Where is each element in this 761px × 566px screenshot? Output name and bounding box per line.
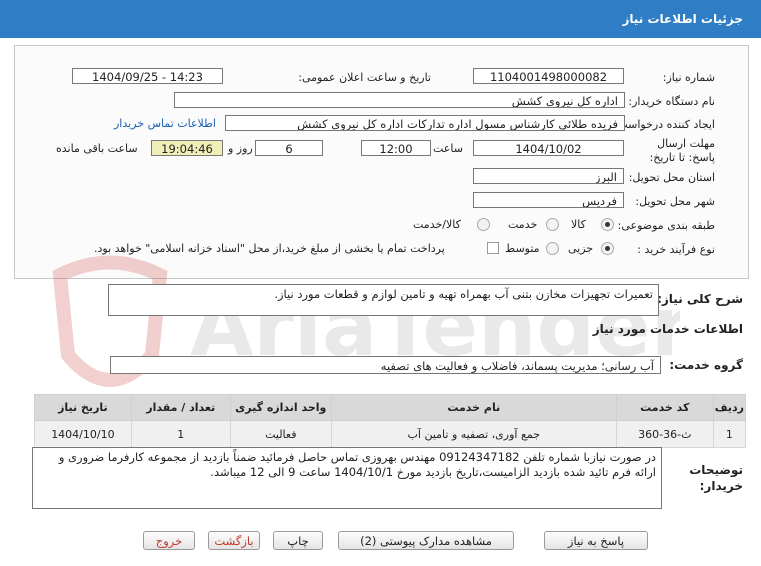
service-group-label: گروه خدمت: — [669, 358, 743, 372]
purchase-radio-minor[interactable] — [601, 242, 614, 255]
days-field[interactable]: 6 — [255, 140, 323, 156]
creator-label: ایجاد کننده درخواست: — [613, 118, 715, 131]
table-row[interactable]: 1 ث-36-360 جمع آوری، تصفیه و تامین آب فع… — [34, 420, 747, 448]
page-title: جزئیات اطلاعات نیاز — [622, 12, 743, 26]
exit-button[interactable]: خروج — [143, 531, 195, 550]
deadline-label: مهلت ارسال پاسخ: تا تاریخ: — [649, 137, 715, 164]
purchase-option-minor: جزیی — [568, 242, 594, 255]
view-documents-button[interactable]: مشاهده مدارک پیوستی (2) — [338, 531, 514, 550]
services-table: ردیف کد خدمت نام خدمت واحد اندازه گیری ت… — [34, 394, 747, 448]
category-option-goods: کالا — [571, 218, 586, 231]
cell-service-code: ث-36-360 — [615, 420, 714, 448]
category-option-goods-service: کالا/خدمت — [413, 218, 461, 231]
creator-field[interactable]: فریده طلائی کارشناس مسول اداره تدارکات ا… — [225, 115, 625, 131]
reply-button[interactable]: پاسخ به نیاز — [544, 531, 648, 550]
category-radio-service[interactable] — [546, 218, 559, 231]
col-service-name: نام خدمت — [330, 394, 617, 421]
province-field[interactable]: البرز — [473, 168, 624, 184]
cell-need-date: 1404/10/10 — [34, 420, 132, 448]
treasury-checkbox[interactable] — [487, 242, 499, 254]
buyer-org-field[interactable]: اداره کل نیروی کشش — [174, 92, 625, 108]
buyer-notes-label: توضیحات خریدار: — [689, 463, 743, 493]
back-button[interactable]: بازگشت — [208, 531, 260, 550]
city-field[interactable]: فردیس — [473, 192, 624, 208]
cell-quantity: 1 — [130, 420, 231, 448]
deadline-time-field[interactable]: 12:00 — [361, 140, 431, 156]
city-label: شهر محل تحویل: — [635, 195, 715, 208]
col-service-code: کد خدمت — [615, 394, 714, 421]
category-radio-goods[interactable] — [601, 218, 614, 231]
need-number-field[interactable]: 1104001498000082 — [473, 68, 624, 84]
purchase-type-label: نوع فرآیند خرید : — [637, 243, 715, 256]
announce-label: تاریخ و ساعت اعلان عمومی: — [298, 71, 431, 84]
deadline-date-field[interactable]: 1404/10/02 — [473, 140, 624, 156]
cell-unit: فعالیت — [229, 420, 332, 448]
services-section-title: اطلاعات خدمات مورد نیاز — [592, 322, 743, 336]
days-label: روز و — [228, 142, 253, 155]
category-radio-goods-service[interactable] — [477, 218, 490, 231]
buyer-org-label: نام دستگاه خریدار: — [628, 95, 715, 108]
announce-field[interactable]: 1404/09/25 - 14:23 — [72, 68, 223, 84]
contact-buyer-link[interactable]: اطلاعات تماس خریدار — [114, 117, 216, 130]
purchase-radio-medium[interactable] — [546, 242, 559, 255]
col-unit: واحد اندازه گیری — [229, 394, 332, 421]
col-need-date: تاریخ نیاز — [34, 394, 132, 421]
cell-row: 1 — [712, 420, 747, 448]
payment-note: پرداخت تمام یا بخشی از مبلغ خرید،از محل … — [94, 242, 445, 255]
cell-service-name: جمع آوری، تصفیه و تامین آب — [330, 420, 617, 448]
service-group-field[interactable]: آب رسانی؛ مدیریت پسماند، فاضلاب و فعالیت… — [110, 356, 661, 374]
col-row: ردیف — [712, 394, 747, 421]
print-button[interactable]: چاپ — [273, 531, 323, 550]
col-quantity: تعداد / مقدار — [130, 394, 231, 421]
need-number-label: شماره نیاز: — [662, 71, 715, 84]
remaining-time-field: 19:04:46 — [151, 140, 223, 156]
summary-label: شرح کلی نیاز: — [657, 292, 743, 306]
table-header-row: ردیف کد خدمت نام خدمت واحد اندازه گیری ت… — [34, 394, 747, 421]
title-bar: جزئیات اطلاعات نیاز — [0, 0, 761, 38]
remaining-label: ساعت باقی مانده — [56, 142, 138, 155]
buyer-notes-textarea[interactable]: در صورت نیازبا شماره تلفن 09124347182 مه… — [32, 447, 662, 509]
category-option-service: خدمت — [508, 218, 538, 231]
province-label: استان محل تحویل: — [628, 171, 715, 184]
time-label: ساعت — [433, 142, 463, 155]
purchase-option-medium: متوسط — [505, 242, 540, 255]
category-label: طبقه بندی موضوعی: — [617, 219, 715, 232]
summary-textarea[interactable]: تعمیرات تجهیزات مخازن بتنی آب بهمراه تهی… — [108, 284, 659, 316]
